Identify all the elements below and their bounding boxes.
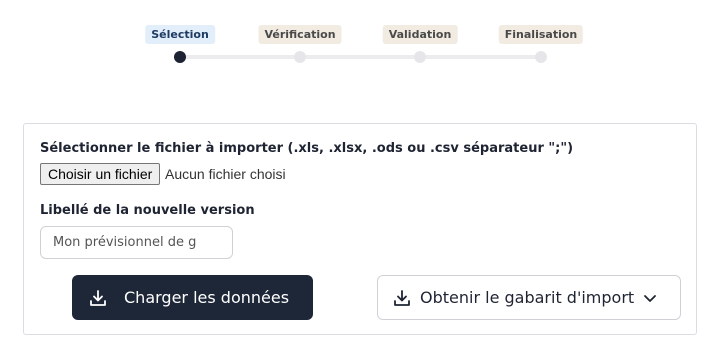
load-data-label: Charger les données	[124, 288, 290, 307]
version-label: Libellé de la nouvelle version	[40, 203, 255, 218]
step-label-finalisation: Finalisation	[498, 25, 584, 44]
chevron-down-icon	[642, 290, 658, 306]
step-dot-finalisation	[535, 51, 547, 63]
stepper-track	[180, 55, 542, 59]
file-status-text: Aucun fichier choisi	[165, 166, 286, 182]
choose-file-button[interactable]: Choisir un fichier	[40, 163, 161, 185]
version-name-input[interactable]	[40, 226, 233, 259]
template-dropdown-button[interactable]: Obtenir le gabarit d'import	[377, 275, 681, 320]
import-form-card: Sélectionner le fichier à importer (.xls…	[23, 123, 697, 335]
step-dot-selection	[174, 51, 186, 63]
step-dot-verification	[294, 51, 306, 63]
load-data-button[interactable]: Charger les données	[72, 275, 313, 320]
step-label-validation: Validation	[382, 25, 458, 44]
file-input-label: Sélectionner le fichier à importer (.xls…	[40, 141, 574, 156]
import-stepper: Sélection Vérification Validation Finali…	[0, 0, 728, 80]
step-dot-validation	[414, 51, 426, 63]
step-label-selection: Sélection	[145, 25, 215, 44]
download-icon	[88, 288, 108, 308]
step-label-verification: Vérification	[258, 25, 342, 44]
import-page: Sélection Vérification Validation Finali…	[0, 0, 728, 360]
template-dropdown-label: Obtenir le gabarit d'import	[420, 288, 635, 307]
download-icon	[392, 288, 412, 308]
